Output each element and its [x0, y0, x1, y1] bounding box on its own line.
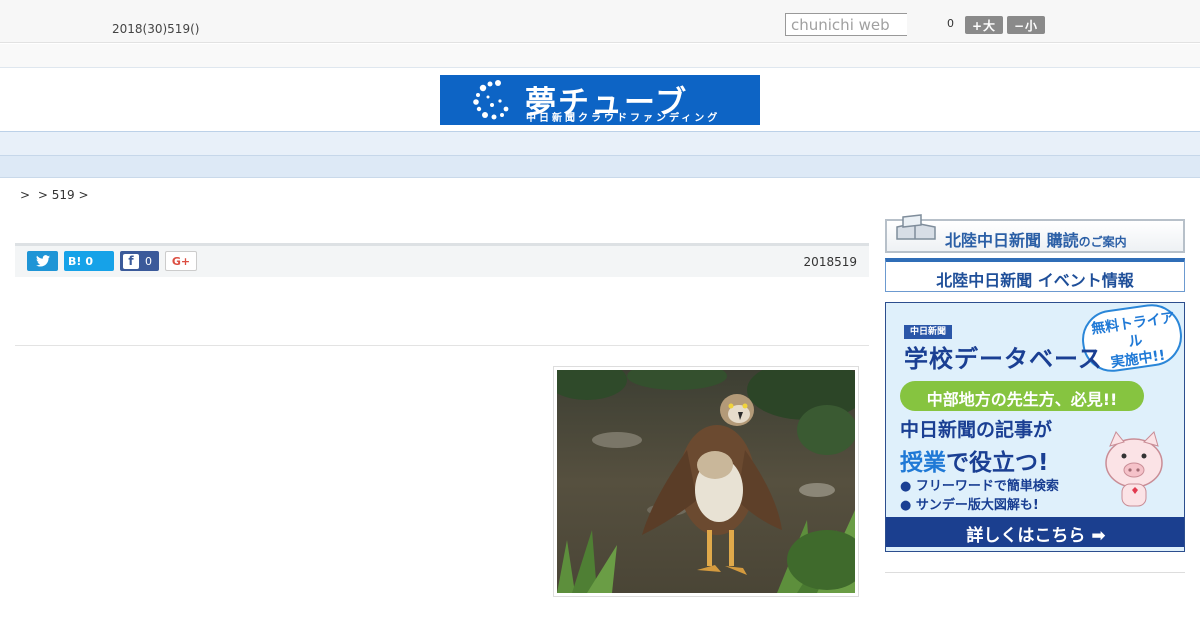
breadcrumb-current[interactable]: > 519 >	[38, 188, 89, 202]
article-divider	[15, 345, 869, 346]
yume-tube-logo[interactable]: 夢チューブ 中日新聞クラウドファンディング	[440, 75, 760, 125]
twitter-icon	[35, 255, 50, 267]
logo-subtitle: 中日新聞クラウドファンディング	[526, 113, 721, 124]
ad-headline-emphasis: 授業	[900, 450, 946, 476]
sub-bar	[0, 44, 1200, 68]
school-database-ad[interactable]: 無料トライアル 実施中!! 中日新聞 学校データベース 中部地方の先生方、必見!…	[885, 302, 1185, 552]
article-date: 2018519	[803, 255, 857, 269]
newspaper-icon	[896, 214, 936, 240]
font-bigger-button[interactable]: +大	[965, 16, 1003, 34]
ad-headline-2: 授業で役立つ!	[900, 443, 1049, 477]
dots-logo-icon	[473, 80, 509, 120]
subscribe-text: 北陸中日新聞 購読のご案内	[945, 227, 1127, 251]
hatena-count: 0	[85, 254, 94, 268]
event-title: 北陸中日新聞 イベント情報	[936, 271, 1134, 290]
ad-cta-bar[interactable]: 詳しくはこちら ➡	[886, 517, 1184, 547]
subscribe-suffix: のご案内	[1078, 235, 1127, 249]
main-nav	[0, 131, 1200, 156]
ad-brand: 中日新聞	[904, 325, 952, 339]
font-smaller-button[interactable]: −小	[1007, 16, 1045, 34]
search-input[interactable]	[785, 13, 907, 36]
subscribe-title: 北陸中日新聞 購読	[945, 231, 1079, 250]
event-banner[interactable]: 北陸中日新聞 イベント情報	[885, 258, 1185, 292]
ad-cta-text: 詳しくはこちら ➡	[966, 526, 1106, 546]
hawk-photo-image	[557, 370, 855, 593]
breadcrumb: > > 519 >	[20, 188, 93, 202]
ad-green-banner: 中部地方の先生方、必見!!	[900, 381, 1144, 411]
ad-green-text: 中部地方の先生方、必見!!	[926, 390, 1118, 409]
ad-title: 学校データベース	[904, 345, 1103, 373]
hatena-icon: B!	[68, 254, 82, 268]
facebook-icon: f	[123, 253, 139, 269]
breadcrumb-home[interactable]: >	[20, 188, 30, 202]
hatena-bookmark-button[interactable]: B! 0	[64, 251, 114, 271]
facebook-share-button[interactable]: f 0	[120, 251, 159, 271]
ad-headline-1: 中日新聞の記事が	[900, 419, 1053, 441]
header-date: 2018(30)519()	[112, 22, 200, 36]
google-plus-share-button[interactable]: G+	[165, 251, 197, 271]
font-size-label: 0	[947, 17, 954, 30]
top-bar: 2018(30)519() 0 +大 −小	[0, 0, 1200, 43]
pig-mascot-icon	[1105, 431, 1163, 507]
article-photo	[553, 366, 859, 597]
facebook-count: 0	[145, 254, 152, 268]
sub-nav	[0, 156, 1200, 178]
ad-bullet-2: ● サンデー版大図解も!	[900, 498, 1039, 513]
article-header: B! 0 f 0 G+ 2018519	[15, 243, 869, 277]
ad-bullet-1: ● フリーワードで簡単検索	[900, 479, 1059, 494]
sidebar-divider	[885, 572, 1185, 573]
subscribe-banner[interactable]: 北陸中日新聞 購読のご案内	[885, 214, 1185, 253]
free-trial-text: 無料トライアル 実施中!!	[1089, 309, 1182, 374]
twitter-share-button[interactable]	[27, 251, 58, 271]
ad-headline-rest: で役立つ!	[946, 450, 1049, 476]
